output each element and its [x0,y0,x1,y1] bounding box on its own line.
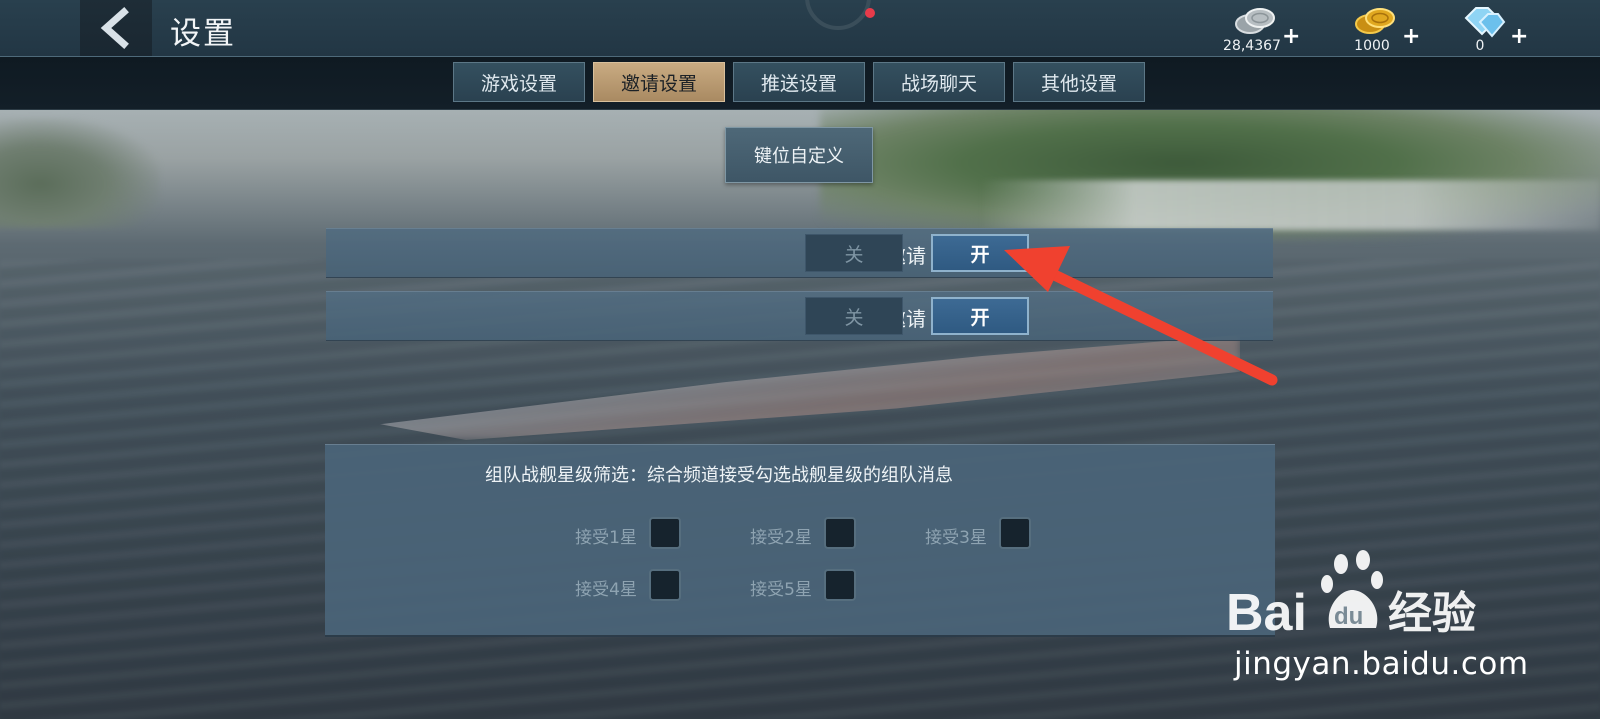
svg-text:Bai: Bai [1226,584,1307,642]
radar-dial-icon [805,0,875,30]
fleet-invite-row: 舰队组队邀请 关 开 [326,291,1273,341]
watermark-url: jingyan.baidu.com [1234,646,1529,682]
star-option-label: 接受2星 [750,528,812,548]
currency-diamond: 0 + [1440,2,1530,54]
currency-gold: 1000 + [1332,2,1422,54]
star-5-checkbox[interactable] [824,569,856,601]
star-option-4: 接受4星 [485,569,681,603]
star-filter-panel: 组队战舰星级筛选：综合频道接受勾选战舰星级的组队消息 接受1星 接受2星 接受3… [325,444,1275,637]
fleet-invite-on-button[interactable]: 开 [931,297,1029,335]
top-bar: 设置 28,4367 + 1000 + 0 + [0,0,1600,57]
tab-other-settings[interactable]: 其他设置 [1013,62,1145,102]
star-option-label: 接受4星 [575,580,637,600]
key-customize-button[interactable]: 键位自定义 [725,127,873,183]
friend-invite-on-button[interactable]: 开 [931,234,1029,272]
tab-invite-settings[interactable]: 邀请设置 [593,62,725,102]
chevron-left-icon [100,7,129,49]
svg-text:经验: 经验 [1388,588,1476,639]
baidu-watermark: Bai du 经验 jingyan.baidu.com [1226,550,1529,690]
background-hill-left [0,118,160,228]
currency-silver: 28,4367 + [1212,2,1302,54]
background-shore [980,180,1600,230]
baidu-jingyan-logo: Bai du 经验 [1226,550,1476,642]
gold-amount: 1000 [1354,38,1390,54]
add-diamond-button[interactable]: + [1510,24,1528,49]
star-option-2: 接受2星 [660,517,856,551]
diamond-amount: 0 [1475,38,1485,54]
friend-invite-off-button[interactable]: 关 [805,234,903,272]
gold-coins-icon [1355,8,1395,34]
tab-push-settings[interactable]: 推送设置 [733,62,865,102]
back-button[interactable] [80,0,152,56]
star-option-3: 接受3星 [835,517,1031,551]
diamond-icon [1464,7,1506,38]
star-option-label: 接受3星 [925,528,987,548]
tab-game-settings[interactable]: 游戏设置 [453,62,585,102]
star-option-5: 接受5星 [660,569,856,603]
star-option-1: 接受1星 [485,517,681,551]
star-option-label: 接受1星 [575,528,637,548]
silver-amount: 28,4367 [1223,38,1281,54]
star-filter-description: 组队战舰星级筛选：综合频道接受勾选战舰星级的组队消息 [485,465,953,486]
tab-battle-chat[interactable]: 战场聊天 [873,62,1005,102]
star-3-checkbox[interactable] [999,517,1031,549]
page-title: 设置 [170,16,236,52]
fleet-invite-off-button[interactable]: 关 [805,297,903,335]
star-option-label: 接受5星 [750,580,812,600]
add-gold-button[interactable]: + [1402,24,1420,49]
svg-text:du: du [1334,603,1363,630]
friend-invite-row: 好友组队邀请 关 开 [326,228,1273,278]
silver-coins-icon [1235,8,1275,34]
add-silver-button[interactable]: + [1282,24,1300,49]
